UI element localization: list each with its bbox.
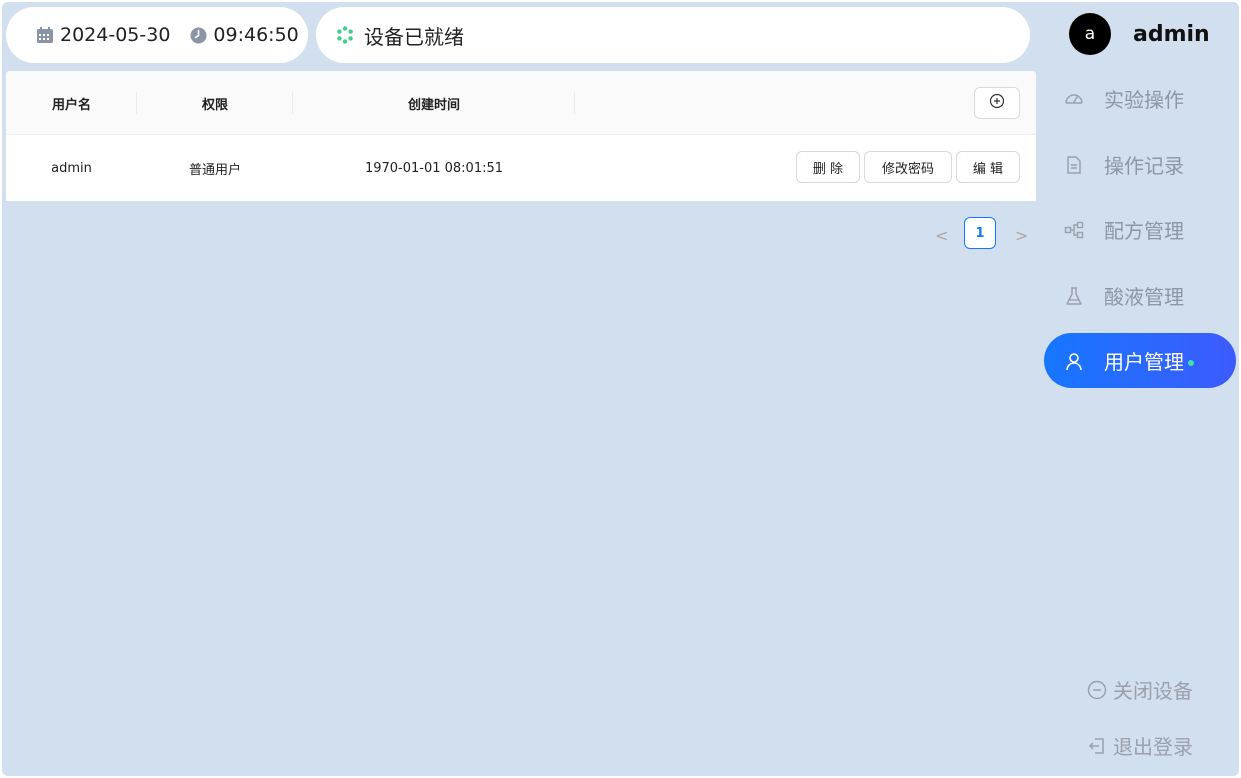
edit-button[interactable]: 编 辑 (956, 151, 1020, 183)
avatar[interactable]: a (1069, 13, 1111, 55)
delete-button[interactable]: 删 除 (796, 151, 860, 183)
file-icon (1064, 155, 1084, 175)
change-password-button[interactable]: 修改密码 (864, 151, 952, 183)
add-user-button[interactable] (974, 87, 1020, 119)
cell-role: 普通用户 (188, 162, 241, 178)
cell-username: admin (51, 160, 92, 176)
logout-button[interactable]: 退出登录 (1087, 731, 1193, 760)
flask-icon (1064, 286, 1084, 306)
sidebar-item-label: 操作记录 (1104, 154, 1184, 178)
sidebar-item-users[interactable]: 用户管理 (1044, 333, 1236, 388)
username-label: admin (1133, 22, 1210, 47)
column-header-role: 权限 (201, 97, 228, 113)
prev-page-button[interactable]: < (935, 226, 948, 245)
plus-circle-icon (989, 93, 1005, 113)
sidebar-item-acid[interactable]: 酸液管理 (1044, 268, 1236, 323)
datetime-pill: 2024-05-30 09:46:50 (6, 7, 308, 63)
user-table: 用户名 权限 创建时间 admin 普通用户 1970-01-01 08:01:… (6, 71, 1036, 201)
column-divider (574, 92, 575, 114)
sidebar-item-recipe[interactable]: 配方管理 (1044, 202, 1236, 257)
sidebar-item-label: 用户管理 (1104, 350, 1184, 374)
calendar-icon (36, 26, 54, 44)
shutdown-label: 关闭设备 (1113, 679, 1193, 703)
table-row: admin 普通用户 1970-01-01 08:01:51 删 除 修改密码 … (6, 135, 1036, 201)
table-header: 用户名 权限 创建时间 (6, 71, 1036, 135)
dashboard-icon (1064, 89, 1084, 109)
next-page-button[interactable]: > (1015, 226, 1028, 245)
active-dot (1188, 359, 1194, 366)
column-header-username: 用户名 (51, 97, 91, 113)
logout-label: 退出登录 (1113, 735, 1193, 759)
column-header-created: 创建时间 (407, 97, 460, 113)
logout-icon (1087, 736, 1107, 756)
status-ready-icon (336, 26, 354, 44)
sidebar-item-operation-log[interactable]: 操作记录 (1044, 137, 1236, 192)
sidebar-item-label: 实验操作 (1104, 88, 1184, 112)
cell-created: 1970-01-01 08:01:51 (364, 160, 504, 176)
avatar-letter: a (1084, 24, 1096, 44)
minus-circle-icon (1087, 680, 1107, 700)
flow-icon (1064, 220, 1084, 240)
clock-icon (190, 27, 207, 44)
status-text: 设备已就绪 (364, 24, 464, 49)
sidebar-item-label: 酸液管理 (1104, 285, 1184, 309)
sidebar-item-experiment[interactable]: 实验操作 (1044, 71, 1236, 126)
time-text: 09:46:50 (213, 24, 299, 46)
status-pill: 设备已就绪 (316, 7, 1030, 63)
shutdown-button[interactable]: 关闭设备 (1087, 675, 1193, 704)
page-1-button[interactable]: 1 (964, 217, 996, 249)
user-icon (1064, 351, 1084, 371)
date-text: 2024-05-30 (60, 24, 171, 46)
sidebar-item-label: 配方管理 (1104, 219, 1184, 243)
